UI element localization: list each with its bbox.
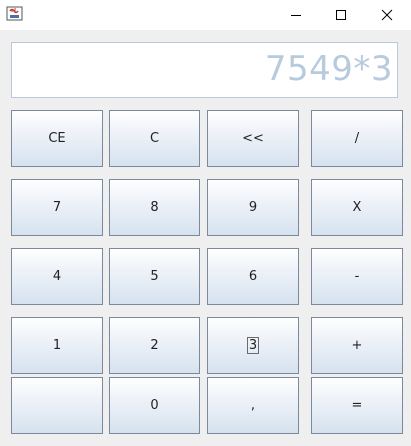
digit-0-button[interactable]: 0	[109, 377, 200, 434]
digit-5-button[interactable]: 5	[109, 248, 200, 305]
minimize-button[interactable]	[273, 0, 319, 30]
digit-3-label: 3	[246, 337, 260, 354]
digit-6-button[interactable]: 6	[207, 248, 299, 305]
backspace-button[interactable]: <<	[207, 110, 299, 167]
app-icon[interactable]	[6, 6, 23, 21]
blank-button[interactable]	[11, 377, 103, 434]
digit-4-button[interactable]: 4	[11, 248, 103, 305]
display-value: 7549*3	[264, 49, 393, 89]
divide-button[interactable]: /	[311, 110, 403, 167]
title-bar	[0, 0, 411, 30]
maximize-button[interactable]	[318, 0, 364, 30]
digit-8-button[interactable]: 8	[109, 179, 200, 236]
decimal-button[interactable]: ,	[207, 377, 299, 434]
minus-button[interactable]: -	[311, 248, 403, 305]
close-icon	[381, 9, 393, 21]
digit-3-button[interactable]: 3	[207, 317, 299, 374]
close-button[interactable]	[364, 0, 410, 30]
digit-2-button[interactable]: 2	[109, 317, 200, 374]
multiply-button[interactable]: X	[311, 179, 403, 236]
digit-1-button[interactable]: 1	[11, 317, 103, 374]
minimize-icon	[291, 15, 301, 16]
digit-9-button[interactable]: 9	[207, 179, 299, 236]
digit-7-button[interactable]: 7	[11, 179, 103, 236]
clear-entry-button[interactable]: CE	[11, 110, 103, 167]
plus-button[interactable]: +	[311, 317, 403, 374]
calculator-display[interactable]: 7549*3	[11, 42, 398, 98]
clear-button[interactable]: C	[109, 110, 200, 167]
maximize-icon	[336, 10, 346, 20]
equals-button[interactable]: =	[311, 377, 403, 434]
